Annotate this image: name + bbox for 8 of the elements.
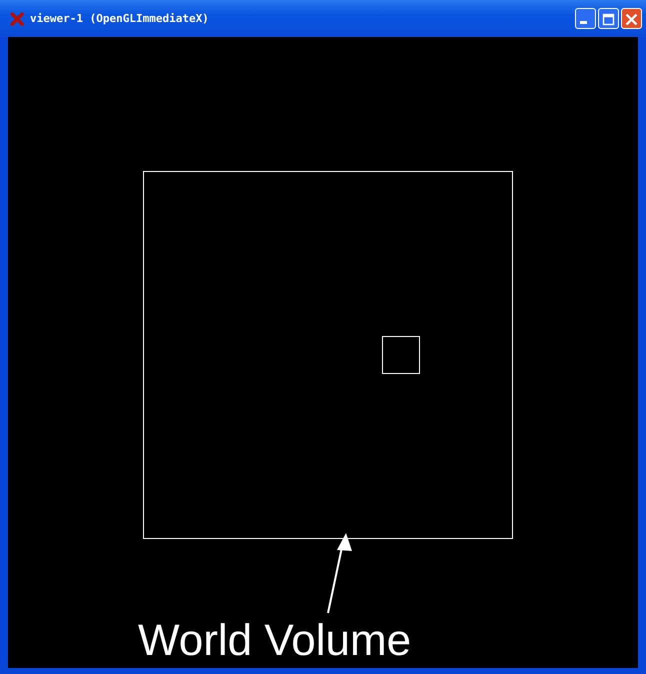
- annotation-label: World Volume: [138, 616, 412, 665]
- cross-icon: [10, 12, 24, 26]
- close-button[interactable]: [621, 8, 642, 29]
- minimize-icon: [580, 21, 587, 24]
- window-title: viewer-1 (OpenGLImmediateX): [30, 12, 210, 25]
- small-box-outline: [382, 336, 420, 374]
- minimize-button[interactable]: [575, 8, 596, 29]
- maximize-button[interactable]: [598, 8, 619, 29]
